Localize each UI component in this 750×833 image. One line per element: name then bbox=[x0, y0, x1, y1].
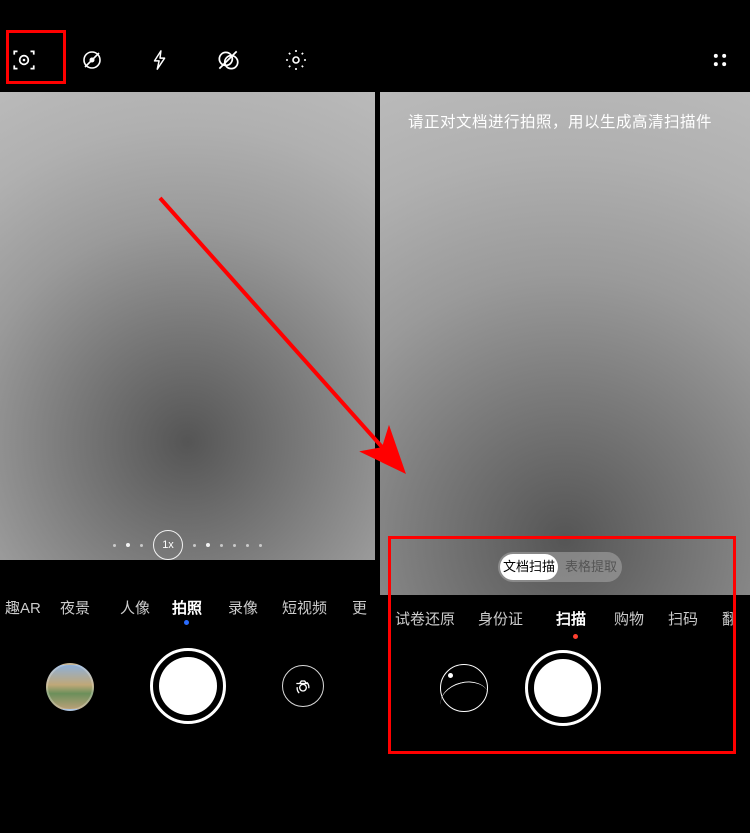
scan-hint-text: 请正对文档进行拍照，用以生成高清扫描件 bbox=[408, 110, 712, 132]
mode-night[interactable]: 夜景 bbox=[60, 597, 90, 618]
switch-camera-button[interactable] bbox=[282, 665, 324, 707]
zoom-level-badge[interactable]: 1x bbox=[153, 530, 183, 560]
grip-icon[interactable] bbox=[706, 46, 734, 74]
mode-strip-left[interactable]: 趣AR 夜景 人像 拍照 录像 短视频 更 bbox=[0, 592, 375, 622]
live-off-icon[interactable] bbox=[78, 46, 106, 74]
top-toolbar bbox=[0, 36, 750, 84]
ai-lens-icon[interactable] bbox=[10, 46, 38, 74]
mode-strip-right[interactable]: 试卷还原 身份证 扫描 购物 扫码 翻 bbox=[393, 608, 738, 638]
mode-photo[interactable]: 拍照 bbox=[172, 597, 202, 618]
mode-idcard[interactable]: 身份证 bbox=[478, 608, 523, 629]
segment-doc-scan[interactable]: 文档扫描 bbox=[500, 554, 558, 580]
mode-video[interactable]: 录像 bbox=[228, 597, 258, 618]
mode-shortvid[interactable]: 短视频 bbox=[282, 597, 327, 618]
mode-scan[interactable]: 扫描 bbox=[556, 608, 586, 629]
mode-ar[interactable]: 趣AR bbox=[5, 597, 41, 618]
zoom-control[interactable]: 1x bbox=[0, 530, 375, 560]
gallery-thumbnail[interactable] bbox=[46, 663, 94, 711]
settings-icon[interactable] bbox=[282, 46, 310, 74]
segment-table-extract[interactable]: 表格提取 bbox=[560, 552, 622, 582]
mode-more[interactable]: 更 bbox=[352, 597, 367, 618]
viewfinder-left bbox=[0, 92, 375, 592]
mode-portrait[interactable]: 人像 bbox=[120, 597, 150, 618]
shutter-button-left[interactable] bbox=[150, 648, 226, 724]
mode-indicator-left bbox=[184, 620, 189, 625]
scan-preview-icon[interactable] bbox=[440, 664, 488, 712]
shutter-button-right[interactable] bbox=[525, 650, 601, 726]
flash-icon[interactable] bbox=[146, 46, 174, 74]
scan-type-segmented[interactable]: 文档扫描 表格提取 bbox=[498, 552, 622, 582]
mode-indicator-right bbox=[573, 634, 578, 639]
mode-translate[interactable]: 翻 bbox=[722, 608, 737, 629]
mode-qr[interactable]: 扫码 bbox=[668, 608, 698, 629]
filter-off-icon[interactable] bbox=[214, 46, 242, 74]
divider bbox=[375, 92, 380, 592]
mode-exam[interactable]: 试卷还原 bbox=[395, 608, 455, 629]
mode-shopping[interactable]: 购物 bbox=[614, 608, 644, 629]
